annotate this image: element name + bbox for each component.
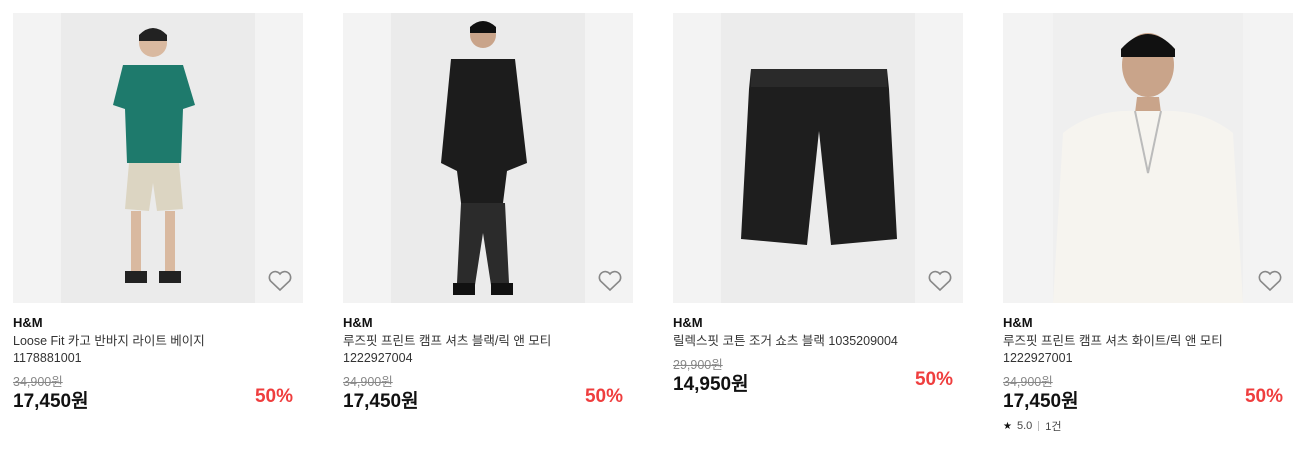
product-card[interactable]: H&M 루즈핏 프린트 캠프 셔츠 블랙/릭 앤 모티 1222927004 3… [343,13,633,453]
product-rating: ★ 5.0 1건 [1003,418,1062,434]
sale-price: 17,450원 [343,391,419,412]
rating-value: 5.0 [1016,420,1033,432]
product-name[interactable]: Loose Fit 카고 반바지 라이트 베이지 [13,333,303,349]
product-card[interactable]: H&M 릴렉스핏 코튼 조거 쇼츠 블랙 1035209004 29,900원 … [673,13,963,453]
product-image[interactable] [1003,13,1293,303]
product-image[interactable] [13,13,303,303]
product-brand: H&M [343,315,373,330]
product-image[interactable] [343,13,633,303]
sale-price: 17,450원 [13,391,89,412]
product-brand: H&M [1003,315,1033,330]
black-shorts-photo [721,13,915,303]
product-name[interactable]: 루즈핏 프린트 캠프 셔츠 화이트/릭 앤 모티 [1003,333,1293,349]
wishlist-heart-icon[interactable] [597,269,623,293]
product-code: 1222927004 [343,351,413,365]
white-shirt-model-photo [1053,13,1243,303]
product-code: 1178881001 [13,351,82,365]
discount-rate: 50% [584,386,623,407]
product-brand: H&M [13,315,43,330]
product-card[interactable]: H&M Loose Fit 카고 반바지 라이트 베이지 1178881001 … [13,13,303,453]
tshirt-shorts-model-photo [61,13,255,303]
product-image[interactable] [673,13,963,303]
discount-rate: 50% [1244,386,1283,407]
wishlist-heart-icon[interactable] [267,269,293,293]
product-code: 1222927001 [1003,351,1073,365]
star-icon: ★ [1003,420,1012,432]
product-brand: H&M [673,315,703,330]
black-shirt-model-photo [391,13,585,303]
wishlist-heart-icon[interactable] [1257,269,1283,293]
discount-rate: 50% [914,369,953,390]
product-name[interactable]: 릴렉스핏 코튼 조거 쇼츠 블랙 1035209004 [673,333,963,349]
sale-price: 17,450원 [1003,391,1079,412]
wishlist-heart-icon[interactable] [927,269,953,293]
sale-price: 14,950원 [673,374,749,395]
product-grid: H&M Loose Fit 카고 반바지 라이트 베이지 1178881001 … [0,0,1315,457]
product-card[interactable]: H&M 루즈핏 프린트 캠프 셔츠 화이트/릭 앤 모티 1222927001 … [1003,13,1293,453]
review-count: 1건 [1045,421,1062,433]
discount-rate: 50% [254,386,293,407]
product-name[interactable]: 루즈핏 프린트 캠프 셔츠 블랙/릭 앤 모티 [343,333,633,349]
divider [1038,421,1040,431]
